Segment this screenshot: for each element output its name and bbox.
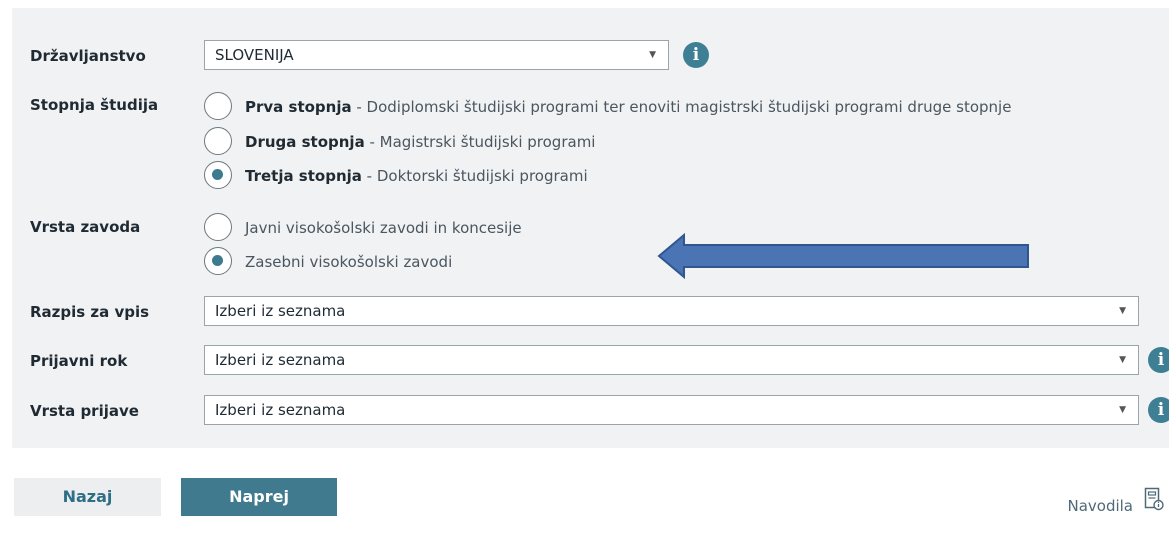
citizenship-select[interactable]: SLOVENIJA ▼	[204, 40, 669, 70]
deadline-select[interactable]: Izberi iz seznama ▼	[204, 345, 1139, 375]
call-label: Razpis za vpis	[30, 303, 150, 321]
help-link[interactable]: Navodila	[1067, 497, 1133, 515]
next-button[interactable]: Naprej	[181, 478, 337, 516]
chevron-down-icon: ▼	[1119, 355, 1126, 365]
chevron-down-icon: ▼	[1119, 306, 1126, 316]
study-level-option-2-desc: - Magistrski študijski programi	[364, 133, 596, 151]
institution-type-label: Vrsta zavoda	[30, 218, 141, 236]
document-help-icon[interactable]	[1144, 487, 1164, 511]
study-level-option-2-title: Druga stopnja	[245, 133, 365, 151]
citizenship-value: SLOVENIJA	[215, 46, 294, 64]
study-level-option-1-desc: - Dodiplomski študijski programi ter eno…	[351, 98, 1012, 116]
form-panel	[12, 8, 1169, 448]
study-level-option-2: Druga stopnja - Magistrski študijski pro…	[245, 133, 595, 151]
radio-institution-public[interactable]	[204, 213, 232, 241]
study-level-option-3-desc: - Doktorski študijski programi	[361, 167, 588, 185]
institution-option-private: Zasebni visokošolski zavodi	[245, 253, 453, 271]
application-type-label: Vrsta prijave	[30, 402, 139, 420]
chevron-down-icon: ▼	[649, 50, 656, 60]
back-button[interactable]: Nazaj	[14, 478, 161, 516]
call-select[interactable]: Izberi iz seznama ▼	[204, 296, 1139, 326]
deadline-value: Izberi iz seznama	[215, 351, 346, 369]
institution-option-public: Javni visokošolski zavodi in koncesije	[245, 219, 522, 237]
citizenship-label: Državljanstvo	[30, 47, 146, 65]
radio-institution-private[interactable]	[204, 247, 232, 275]
study-level-option-1-title: Prva stopnja	[245, 98, 352, 116]
application-type-value: Izberi iz seznama	[215, 401, 346, 419]
info-icon[interactable]: i	[683, 42, 709, 68]
call-value: Izberi iz seznama	[215, 302, 346, 320]
study-level-option-3-title: Tretja stopnja	[245, 167, 362, 185]
radio-study-level-2[interactable]	[204, 127, 232, 155]
deadline-label: Prijavni rok	[30, 352, 128, 370]
radio-study-level-1[interactable]	[204, 92, 232, 120]
info-icon[interactable]: i	[1148, 347, 1169, 373]
radio-study-level-3[interactable]	[204, 161, 232, 189]
study-level-label: Stopnja študija	[30, 96, 159, 114]
arrow-left-annotation	[657, 232, 1029, 280]
application-type-select[interactable]: Izberi iz seznama ▼	[204, 395, 1139, 425]
study-level-option-3: Tretja stopnja - Doktorski študijski pro…	[245, 167, 588, 185]
info-icon[interactable]: i	[1148, 397, 1169, 423]
chevron-down-icon: ▼	[1119, 405, 1126, 415]
study-level-option-1: Prva stopnja - Dodiplomski študijski pro…	[245, 98, 1011, 116]
